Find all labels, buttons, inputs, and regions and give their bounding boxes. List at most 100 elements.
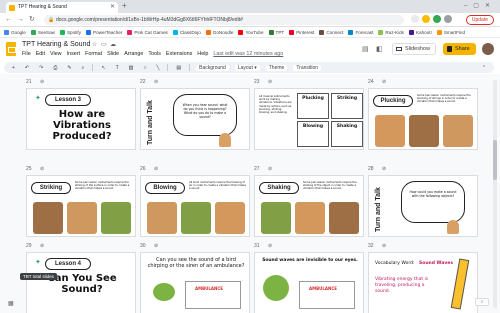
bookmark-item[interactable]: GoNoodle (205, 29, 233, 35)
slide-cell[interactable]: 31 ⊘ Sound waves are invisible to our eyes… (254, 243, 364, 313)
menu-extensions[interactable]: Extensions (166, 51, 192, 57)
select-icon[interactable]: ↖ (99, 65, 107, 71)
slide-thumbnail[interactable]: Lesson 3 ✦ How are Vibrations Produced? (26, 88, 136, 150)
scrollbar-thumb[interactable] (493, 140, 497, 180)
menu-format[interactable]: Format (85, 51, 102, 57)
menu-arrange[interactable]: Arrange (124, 51, 143, 57)
link-icon[interactable]: ⊘ (268, 79, 272, 85)
bookmark-item[interactable]: Pinterest (289, 29, 314, 35)
menu-edit[interactable]: Edit (36, 51, 45, 57)
share-button[interactable]: Share (443, 43, 476, 55)
bookmark-item[interactable]: SmartFind (436, 29, 465, 35)
link-icon[interactable]: ⊘ (154, 243, 158, 249)
link-icon[interactable]: ⊘ (154, 166, 158, 172)
slide-cell[interactable]: 30 ⊘ Can you see the sound of a bird chirp… (140, 243, 250, 313)
browser-tab-active[interactable]: TPT Hearing & Sound ✕ (6, 2, 118, 13)
paint-format-icon[interactable]: ✎ (65, 65, 73, 71)
slide-thumbnail[interactable]: Blowing All wind instruments require the … (140, 175, 250, 237)
link-icon[interactable]: ⊘ (268, 166, 272, 172)
window-controls[interactable]: –▢✕ (464, 0, 496, 12)
link-icon[interactable]: ⊘ (382, 243, 386, 249)
slide-thumbnail[interactable]: All musical instruments work by making v… (254, 88, 364, 150)
bookmark-item[interactable]: PowerTeacher (86, 29, 122, 35)
shape-icon[interactable]: ○ (141, 65, 148, 71)
grid-view-toggle-icon[interactable]: ▦ (8, 300, 14, 307)
transition-button[interactable]: Transition (293, 64, 322, 71)
link-icon[interactable]: ⊘ (40, 243, 44, 249)
bookmark-item[interactable]: Raz-Kids (378, 29, 404, 35)
slide-thumbnail[interactable]: Striking Some percussion instruments requ… (26, 175, 136, 237)
avatar[interactable] (482, 43, 494, 55)
link-icon[interactable]: ⊘ (40, 79, 44, 85)
undo-icon[interactable]: ↶ (23, 65, 31, 71)
link-icon[interactable]: ⊘ (382, 166, 386, 172)
slide-cell[interactable]: 24 ⊘ Plucking Some percussion instruments r… (368, 79, 478, 151)
bookmark-item[interactable]: SeeSaw (30, 29, 55, 35)
forward-icon[interactable]: → (17, 15, 24, 25)
bookmark-item[interactable]: Forecast (348, 29, 373, 35)
link-icon[interactable]: ⊘ (40, 166, 44, 172)
reload-icon[interactable]: ↻ (29, 15, 35, 25)
print-icon[interactable]: ⎙ (51, 65, 59, 71)
comment-icon[interactable]: ▤ (362, 45, 369, 53)
share-page-icon[interactable] (411, 15, 419, 23)
comment-add-icon[interactable]: ▤ (174, 65, 183, 71)
grid-scrollbar[interactable] (493, 80, 497, 308)
slide-cell[interactable]: 27 ⊘ Shaking Some percussion instruments re… (254, 166, 364, 238)
bookmark-star-icon[interactable] (422, 15, 430, 23)
slides-logo-icon[interactable] (6, 42, 16, 56)
slide-thumbnail[interactable]: Shaking Some percussion instruments requi… (254, 175, 364, 237)
textbox-icon[interactable]: T (114, 65, 121, 71)
back-icon[interactable]: ← (5, 15, 12, 25)
bookmark-item[interactable]: ClassDojo (172, 29, 201, 35)
slide-cell[interactable]: 25 ⊘ Striking Some percussion instruments r… (26, 166, 136, 238)
slide-cell[interactable]: 22 ⊘ Turn and Talk When you hear sound, wha… (140, 79, 250, 151)
slide-cell[interactable]: 32 ⊘ Vocabulary Word: Sound Waves Vibrating … (368, 243, 478, 313)
slide-cell[interactable]: 28 ⊘ Turn and Talk How could you make a sou… (368, 166, 478, 238)
star-icon[interactable]: ☆ (92, 41, 97, 48)
bookmark-item[interactable]: Kahoot! (408, 29, 432, 35)
slide-thumbnail[interactable]: Sound waves are invisible to our eyes. AM… (254, 252, 364, 313)
bookmark-item[interactable]: Spotify (59, 29, 81, 35)
zoom-slider-button[interactable]: ↕ (475, 298, 489, 306)
slide-cell[interactable]: 23 ⊘ All musical instruments work by makin… (254, 79, 364, 151)
slide-thumbnail[interactable]: Turn and Talk When you hear sound, what d… (140, 88, 250, 150)
bookmark-item[interactable]: Pink Cat Games (127, 29, 168, 35)
link-icon[interactable]: ⊘ (382, 79, 386, 85)
profile-icon[interactable] (444, 15, 452, 23)
background-button[interactable]: Background (196, 64, 229, 71)
menu-file[interactable]: File (22, 51, 31, 57)
document-title[interactable]: TPT Hearing & Sound (22, 41, 90, 48)
redo-icon[interactable]: ↷ (37, 65, 45, 71)
collapse-toolbar-icon[interactable]: ⌃ (480, 65, 488, 71)
bookmark-item[interactable]: YouTube (238, 29, 264, 35)
slide-thumbnail[interactable]: Vocabulary Word: Sound Waves Vibrating ene… (368, 252, 478, 313)
slide-thumbnail[interactable]: Turn and Talk How could you make a sound … (368, 175, 478, 237)
move-folder-icon[interactable]: ▭ (101, 41, 107, 48)
theme-button[interactable]: Theme (265, 64, 288, 71)
url-input[interactable]: 🔒 docs.google.com/presentation/d/1sBx-1b… (44, 15, 404, 25)
close-tab-icon[interactable]: ✕ (110, 2, 115, 13)
image-icon[interactable]: ▨ (127, 65, 136, 71)
menu-help[interactable]: Help (197, 51, 208, 57)
slide-cell[interactable]: 26 ⊘ Blowing All wind instruments require t… (140, 166, 250, 238)
bookmark-item[interactable]: Google (4, 29, 26, 35)
add-slide-icon[interactable]: + (10, 65, 17, 71)
bookmark-item[interactable]: Connect (319, 29, 343, 35)
new-tab-button[interactable]: + (122, 1, 127, 10)
slide-thumbnail[interactable]: Lesson 4 ✦ Can You See Sound? (26, 252, 136, 313)
menu-tools[interactable]: Tools (148, 51, 161, 57)
link-icon[interactable]: ⊘ (154, 79, 158, 85)
meet-icon[interactable]: ◧ (376, 45, 383, 53)
slide-cell[interactable]: 21 ⊘ Lesson 3 ✦ How are Vibrations Produced? (26, 79, 136, 151)
update-button[interactable]: Update (465, 15, 494, 25)
slideshow-button[interactable]: Slideshow (392, 43, 437, 55)
menu-insert[interactable]: Insert (67, 51, 80, 57)
slide-thumbnail[interactable]: Can you see the sound of a bird chirping… (140, 252, 250, 313)
extension-icon[interactable] (433, 15, 441, 23)
menu-view[interactable]: View (50, 51, 62, 57)
zoom-icon[interactable]: ⌕ (80, 65, 87, 71)
line-icon[interactable]: ╲ (154, 65, 161, 71)
layout-button[interactable]: Layout ▾ (234, 64, 260, 71)
menu-slide[interactable]: Slide (107, 51, 119, 57)
